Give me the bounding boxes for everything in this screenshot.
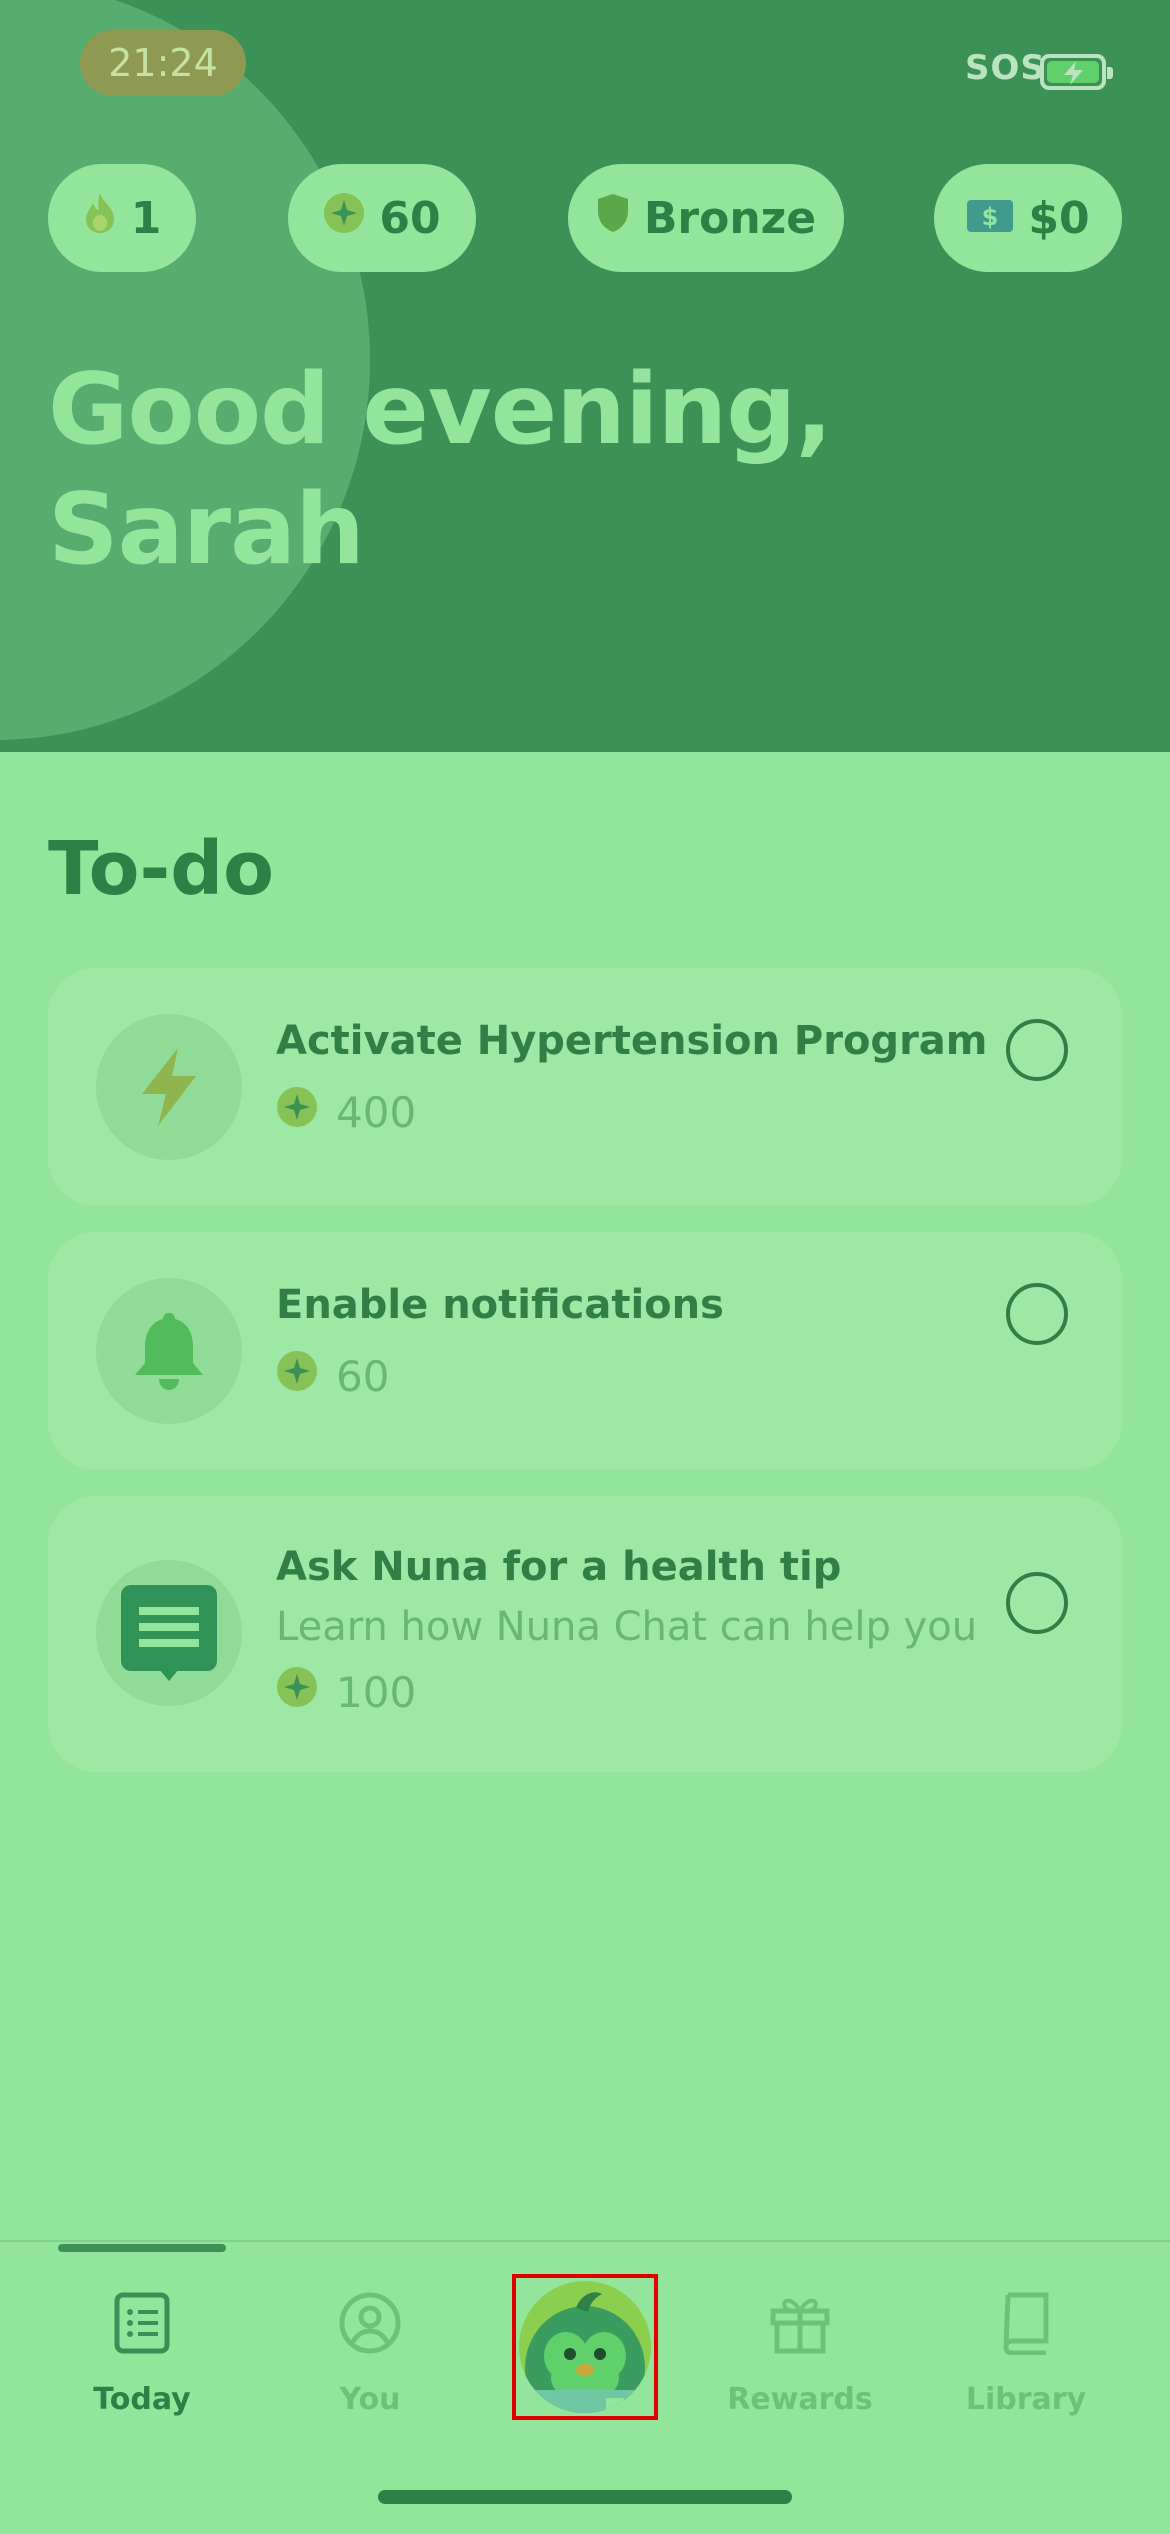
streak-count: 1 bbox=[130, 192, 162, 244]
tab-today[interactable]: Today bbox=[42, 2288, 242, 2417]
reward-points: 400 bbox=[336, 1087, 417, 1137]
greeting-line-1: Good evening, bbox=[48, 353, 833, 467]
todo-item-title: Ask Nuna for a health tip bbox=[276, 1544, 842, 1590]
tab-label: Rewards bbox=[727, 2382, 873, 2417]
star-coin-icon bbox=[276, 1666, 318, 1718]
home-indicator[interactable] bbox=[378, 2490, 792, 2504]
points-count: 60 bbox=[379, 192, 441, 244]
todo-card-ask-nuna[interactable]: Ask Nuna for a health tip Learn how Nuna… bbox=[48, 1496, 1122, 1772]
todo-item-reward: 400 bbox=[276, 1086, 416, 1138]
greeting: Good evening, Sarah bbox=[48, 350, 833, 590]
points-pill[interactable]: 60 bbox=[288, 164, 476, 272]
shield-icon bbox=[596, 193, 630, 244]
lightning-icon bbox=[96, 1014, 242, 1160]
penguin-avatar-icon bbox=[519, 2281, 651, 2413]
tab-you[interactable]: You bbox=[270, 2288, 470, 2417]
todo-item-checkbox[interactable] bbox=[1006, 1019, 1068, 1081]
cash-pill[interactable]: $ $0 bbox=[934, 164, 1122, 272]
cash-icon: $ bbox=[966, 193, 1014, 244]
todo-item-reward: 100 bbox=[276, 1666, 416, 1718]
todo-item-checkbox[interactable] bbox=[1006, 1572, 1068, 1634]
todo-item-checkbox[interactable] bbox=[1006, 1283, 1068, 1345]
tab-rewards[interactable]: Rewards bbox=[700, 2288, 900, 2417]
list-icon bbox=[42, 2288, 242, 2358]
todo-item-title: Enable notifications bbox=[276, 1282, 724, 1328]
todo-title: To-do bbox=[48, 826, 275, 912]
chat-icon bbox=[96, 1560, 242, 1706]
gift-icon bbox=[700, 2288, 900, 2358]
todo-item-reward: 60 bbox=[276, 1350, 389, 1402]
star-coin-icon bbox=[323, 192, 365, 245]
sos-indicator: SOS bbox=[965, 48, 1046, 88]
tier-pill[interactable]: Bronze bbox=[568, 164, 844, 272]
todo-card-activate-program[interactable]: Activate Hypertension Program 400 bbox=[48, 968, 1122, 1206]
bell-icon bbox=[96, 1278, 242, 1424]
reward-points: 60 bbox=[336, 1351, 390, 1401]
status-time: 21:24 bbox=[80, 30, 246, 96]
battery-charging-icon bbox=[1040, 54, 1113, 90]
todo-item-title: Activate Hypertension Program bbox=[276, 1018, 988, 1064]
greeting-name: Sarah bbox=[48, 473, 365, 587]
nuna-chat-tab[interactable] bbox=[512, 2274, 658, 2420]
svg-text:$: $ bbox=[982, 203, 999, 231]
tab-label: Library bbox=[965, 2382, 1087, 2417]
todo-item-subtitle: Learn how Nuna Chat can help you bbox=[276, 1604, 978, 1650]
star-coin-icon bbox=[276, 1350, 318, 1402]
star-coin-icon bbox=[276, 1086, 318, 1138]
todo-card-enable-notifications[interactable]: Enable notifications 60 bbox=[48, 1232, 1122, 1470]
streak-pill[interactable]: 1 bbox=[48, 164, 196, 272]
flame-icon bbox=[83, 192, 117, 245]
tab-library[interactable]: Library bbox=[926, 2288, 1126, 2417]
user-icon bbox=[270, 2288, 470, 2358]
cash-amount: $0 bbox=[1028, 192, 1090, 244]
active-tab-indicator bbox=[58, 2244, 226, 2252]
reward-points: 100 bbox=[336, 1667, 417, 1717]
tab-label: Today bbox=[93, 2382, 191, 2417]
tier-label: Bronze bbox=[643, 192, 817, 244]
tab-label: You bbox=[339, 2382, 401, 2417]
book-icon bbox=[926, 2288, 1126, 2358]
